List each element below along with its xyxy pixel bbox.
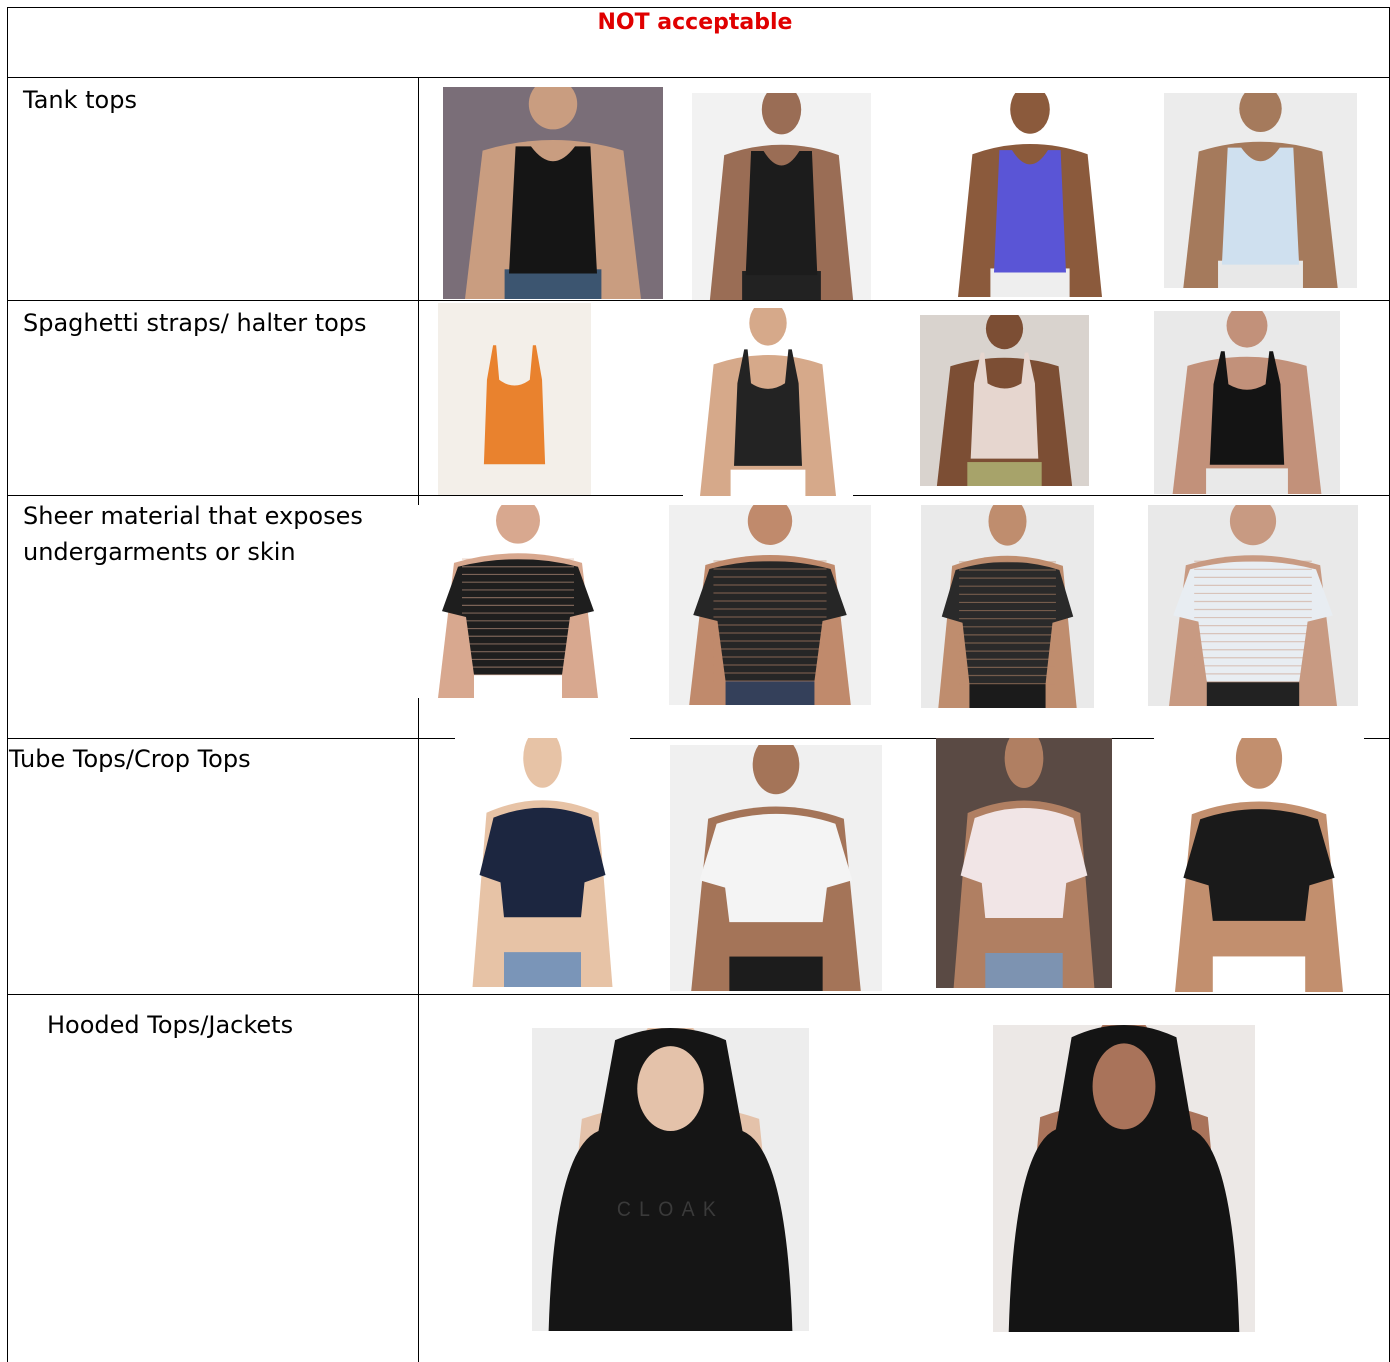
white-blue-gradient-tank-man-photo bbox=[1164, 93, 1357, 288]
garment-shape bbox=[1221, 147, 1300, 265]
row-label-tube-crop-tops: Tube Tops/Crop Tops bbox=[9, 745, 251, 773]
table-divider bbox=[7, 77, 1390, 78]
black-double-strap-tank-photo bbox=[1154, 311, 1340, 494]
sheer-white-tulle-top-photo bbox=[1148, 505, 1358, 706]
garment-shape bbox=[509, 146, 597, 274]
table-column-divider bbox=[418, 77, 419, 1362]
dress-code-table: NOT acceptable Tank tops Spaghetti strap… bbox=[0, 0, 1390, 1362]
navy-crop-sweater-woman-photo bbox=[455, 738, 630, 987]
table-border-top bbox=[7, 7, 1390, 8]
floral-tube-top-photo bbox=[936, 738, 1112, 988]
table-divider bbox=[7, 300, 1390, 301]
orange-camisole-photo bbox=[438, 303, 591, 495]
mesh-tee-man-photo bbox=[418, 505, 618, 698]
row-label-tank-tops: Tank tops bbox=[23, 86, 137, 114]
black-crop-tee-man-photo bbox=[1154, 738, 1364, 992]
black-hooded-jacket-woman-photo bbox=[993, 1025, 1255, 1332]
row-label-sheer-material: Sheer material that exposes undergarment… bbox=[23, 502, 363, 566]
black-hoodie-man-photo: CLOAK bbox=[532, 1028, 809, 1331]
sheer-black-top-woman-photo bbox=[669, 505, 871, 705]
black-tank-top-woman-photo bbox=[443, 87, 663, 299]
geometric-halter-top-photo bbox=[920, 315, 1089, 486]
garment-shape bbox=[994, 150, 1066, 273]
table-border-left bbox=[7, 7, 8, 1362]
garment-shape bbox=[745, 150, 818, 276]
table-divider bbox=[7, 994, 1390, 995]
black-moon-print-tank-man-photo bbox=[692, 93, 871, 300]
garment-print-text: CLOAK bbox=[617, 1198, 724, 1221]
black-strappy-back-top-photo bbox=[683, 308, 853, 496]
row-label-spaghetti-straps: Spaghetti straps/ halter tops bbox=[23, 309, 367, 337]
page-title: NOT acceptable bbox=[597, 10, 793, 35]
white-crop-tee-man-photo bbox=[670, 745, 882, 991]
row-label-hooded-tops: Hooded Tops/Jackets bbox=[47, 1011, 294, 1039]
blue-tank-top-woman-photo bbox=[940, 93, 1120, 297]
fishnet-long-sleeve-man-photo bbox=[921, 505, 1094, 708]
